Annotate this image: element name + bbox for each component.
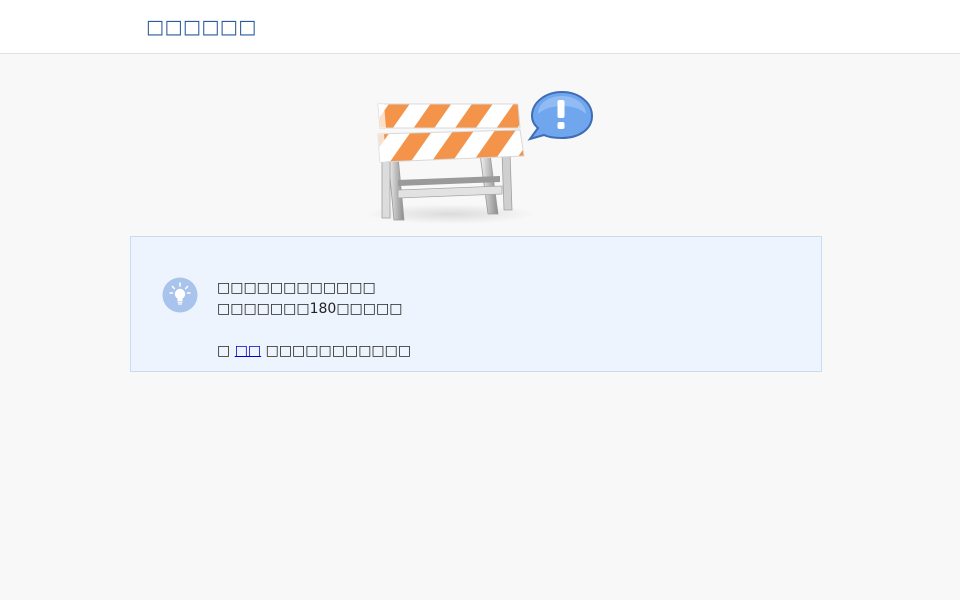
lightbulb-icon — [162, 277, 198, 313]
notice-action-prefix: □ — [217, 343, 235, 359]
road-barrier-icon — [365, 90, 594, 224]
barrier-board-top — [377, 103, 521, 129]
notice-action-link[interactable]: □□ — [235, 343, 261, 359]
notice-message: □□□□□□□□□□□□ — [217, 280, 376, 296]
notice-countdown-message: □□□□□□□180□□□□□ — [217, 301, 403, 317]
notice-action-line: □ □□ □□□□□□□□□□□ — [217, 342, 411, 360]
notice-box: □□□□□□□□□□□□ □□□□□□□180□□□□□ □ □□ □□□□□□… — [130, 236, 822, 372]
top-bar: □□□□□□ — [0, 0, 960, 54]
barrier-board-bottom — [377, 129, 525, 163]
notice-action-suffix: □□□□□□□□□□□ — [261, 343, 412, 359]
site-title[interactable]: □□□□□□ — [146, 15, 257, 39]
exclamation-bubble-icon — [527, 90, 594, 141]
